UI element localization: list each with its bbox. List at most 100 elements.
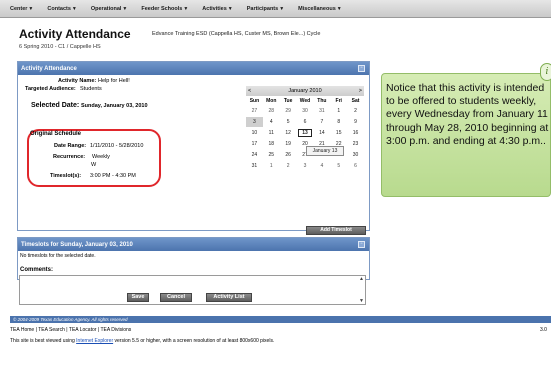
nav-participants-label: Participants — [246, 5, 279, 12]
panel-title: Activity Attendance — [21, 65, 77, 72]
nav-activities-label: Activities — [202, 5, 227, 12]
calendar-day[interactable]: 4 — [313, 161, 330, 171]
calendar-dow: Mon — [266, 98, 277, 104]
calendar-day[interactable]: 12 — [280, 128, 297, 138]
footer-sep: | — [66, 327, 68, 333]
calendar-day[interactable]: 31 — [246, 161, 263, 171]
calendar-day[interactable]: 29 — [280, 106, 297, 116]
footer-sep: | — [35, 327, 37, 333]
calendar-grid: Sun Mon Tue Wed Thu Fri Sat 27 28 29 30 31 1 2 3 4 5 6 7 8 9… — [246, 97, 364, 171]
nav-feeder-schools-label: Feeder Schools — [141, 5, 183, 12]
calendar-day[interactable]: 5 — [280, 117, 297, 127]
calendar-day[interactable]: 17 — [246, 139, 263, 149]
comments-label: Comments: — [20, 267, 54, 273]
footer-link-tea-divisions[interactable]: TEA Divisions — [100, 327, 131, 333]
nav-operational-label: Operational — [90, 5, 122, 12]
footer-link-tea-search[interactable]: TEA Search — [38, 327, 65, 333]
calendar-day[interactable]: 7 — [313, 117, 330, 127]
collapse-icon[interactable]: ▫ — [358, 65, 365, 72]
calendar-day[interactable]: 1 — [263, 161, 280, 171]
footer-link-tea-locator[interactable]: TEA Locator — [69, 327, 97, 333]
date-range-label: Date Range: — [54, 143, 87, 149]
calendar-dow: Sun — [249, 98, 260, 104]
nav-activities[interactable]: Activities▼ — [202, 6, 232, 12]
date-calendar: < January 2010 > Sun Mon Tue Wed Thu Fri Sat 27… — [246, 86, 364, 171]
calendar-day[interactable]: 27 — [246, 106, 263, 116]
chevron-down-icon: ▼ — [336, 5, 342, 12]
calendar-day[interactable]: 10 — [246, 128, 263, 138]
calendar-day[interactable]: 19 — [280, 139, 297, 149]
nav-contacts-label: Contacts — [47, 5, 71, 12]
activity-name-label: Activity Name: — [58, 78, 97, 84]
nav-miscellaneous[interactable]: Miscellaneous▼ — [298, 6, 342, 12]
copyright-bar: © 2004-2009 Texas Education Agency. All … — [10, 316, 551, 323]
top-nav: Center▼ Contacts▼ Operational▼ Feeder Sc… — [0, 0, 551, 18]
footer-sep: | — [97, 327, 100, 333]
calendar-day[interactable]: 14 — [313, 128, 330, 138]
calendar-header: < January 2010 > — [246, 86, 364, 96]
calendar-day[interactable]: 6 — [347, 161, 364, 171]
chevron-down-icon: ▼ — [122, 5, 128, 12]
info-icon[interactable]: i — [540, 63, 551, 81]
calendar-day[interactable]: 30 — [297, 106, 314, 116]
browser-note-prefix: This site is best viewed using — [10, 338, 75, 344]
nav-center-label: Center — [10, 5, 28, 12]
scroll-up-icon[interactable]: ▲ — [359, 276, 364, 282]
calendar-day[interactable]: 4 — [263, 117, 280, 127]
calendar-next-button[interactable]: > — [359, 88, 362, 94]
selected-date-value: Sunday, January 03, 2010 — [81, 103, 148, 109]
nav-operational[interactable]: Operational▼ — [91, 6, 128, 12]
panel-header: Activity Attendance ▫ — [18, 62, 369, 75]
calendar-prev-button[interactable]: < — [248, 88, 251, 94]
calendar-dow: Wed — [299, 98, 311, 104]
page-title: Activity Attendance — [19, 27, 131, 41]
comments-field[interactable]: ▲ ▼ — [19, 275, 366, 305]
nav-center[interactable]: Center▼ — [10, 6, 33, 12]
save-button[interactable]: Save — [127, 293, 149, 302]
collapse-icon[interactable]: ▫ — [358, 241, 365, 248]
calendar-day[interactable]: 28 — [263, 106, 280, 116]
calendar-day[interactable]: 30 — [347, 150, 364, 160]
cancel-button[interactable]: Cancel — [160, 293, 192, 302]
calendar-day[interactable]: 13 — [297, 128, 314, 138]
session-line: 6 Spring 2010 - C1 / Cappelle HS — [19, 44, 101, 50]
audience-value: Students — [80, 86, 102, 92]
calendar-day[interactable]: 1 — [330, 106, 347, 116]
calendar-day[interactable]: 26 — [280, 150, 297, 160]
timeslots-value: 3:00 PM - 4:30 PM — [90, 173, 136, 179]
browser-note-suffix: version 5.5 or higher, with a screen res… — [114, 338, 275, 344]
chevron-down-icon: ▼ — [279, 5, 285, 12]
calendar-day[interactable]: 3 — [246, 117, 263, 127]
calendar-day[interactable]: 3 — [297, 161, 314, 171]
calendar-day[interactable]: 9 — [347, 117, 364, 127]
footer-links: TEA Home | TEA Search | TEA Locator | TE… — [10, 327, 131, 333]
version-label: 3.0 — [540, 327, 547, 333]
calendar-day[interactable]: 11 — [263, 128, 280, 138]
add-timeslot-button[interactable]: Add Timeslot — [306, 226, 366, 235]
calendar-day[interactable]: 8 — [330, 117, 347, 127]
nav-participants[interactable]: Participants▼ — [247, 6, 284, 12]
recurrence-label: Recurrence: — [53, 154, 86, 160]
internet-explorer-link[interactable]: Internet Explorer — [76, 338, 113, 344]
calendar-day[interactable]: 23 — [347, 139, 364, 149]
calendar-day[interactable]: 5 — [330, 161, 347, 171]
nav-feeder-schools[interactable]: Feeder Schools▼ — [141, 6, 188, 12]
audience-label: Targeted Audience: — [25, 86, 76, 92]
calendar-day[interactable]: 2 — [347, 106, 364, 116]
chevron-down-icon: ▼ — [28, 5, 34, 12]
calendar-day[interactable]: 16 — [347, 128, 364, 138]
calendar-day[interactable]: 2 — [280, 161, 297, 171]
nav-contacts[interactable]: Contacts▼ — [47, 6, 76, 12]
calendar-day[interactable]: 15 — [330, 128, 347, 138]
activity-name-value: Help for Hell! — [98, 78, 130, 84]
calendar-dow: Sat — [351, 98, 360, 104]
callout-text: Notice that this activity is intended to… — [386, 82, 549, 147]
scroll-down-icon[interactable]: ▼ — [359, 298, 364, 304]
calendar-day[interactable]: 18 — [263, 139, 280, 149]
calendar-day[interactable]: 25 — [263, 150, 280, 160]
calendar-day[interactable]: 31 — [313, 106, 330, 116]
footer-link-tea-home[interactable]: TEA Home — [10, 327, 34, 333]
calendar-day[interactable]: 24 — [246, 150, 263, 160]
calendar-day[interactable]: 6 — [297, 117, 314, 127]
activity-list-button[interactable]: Activity List — [206, 293, 252, 302]
